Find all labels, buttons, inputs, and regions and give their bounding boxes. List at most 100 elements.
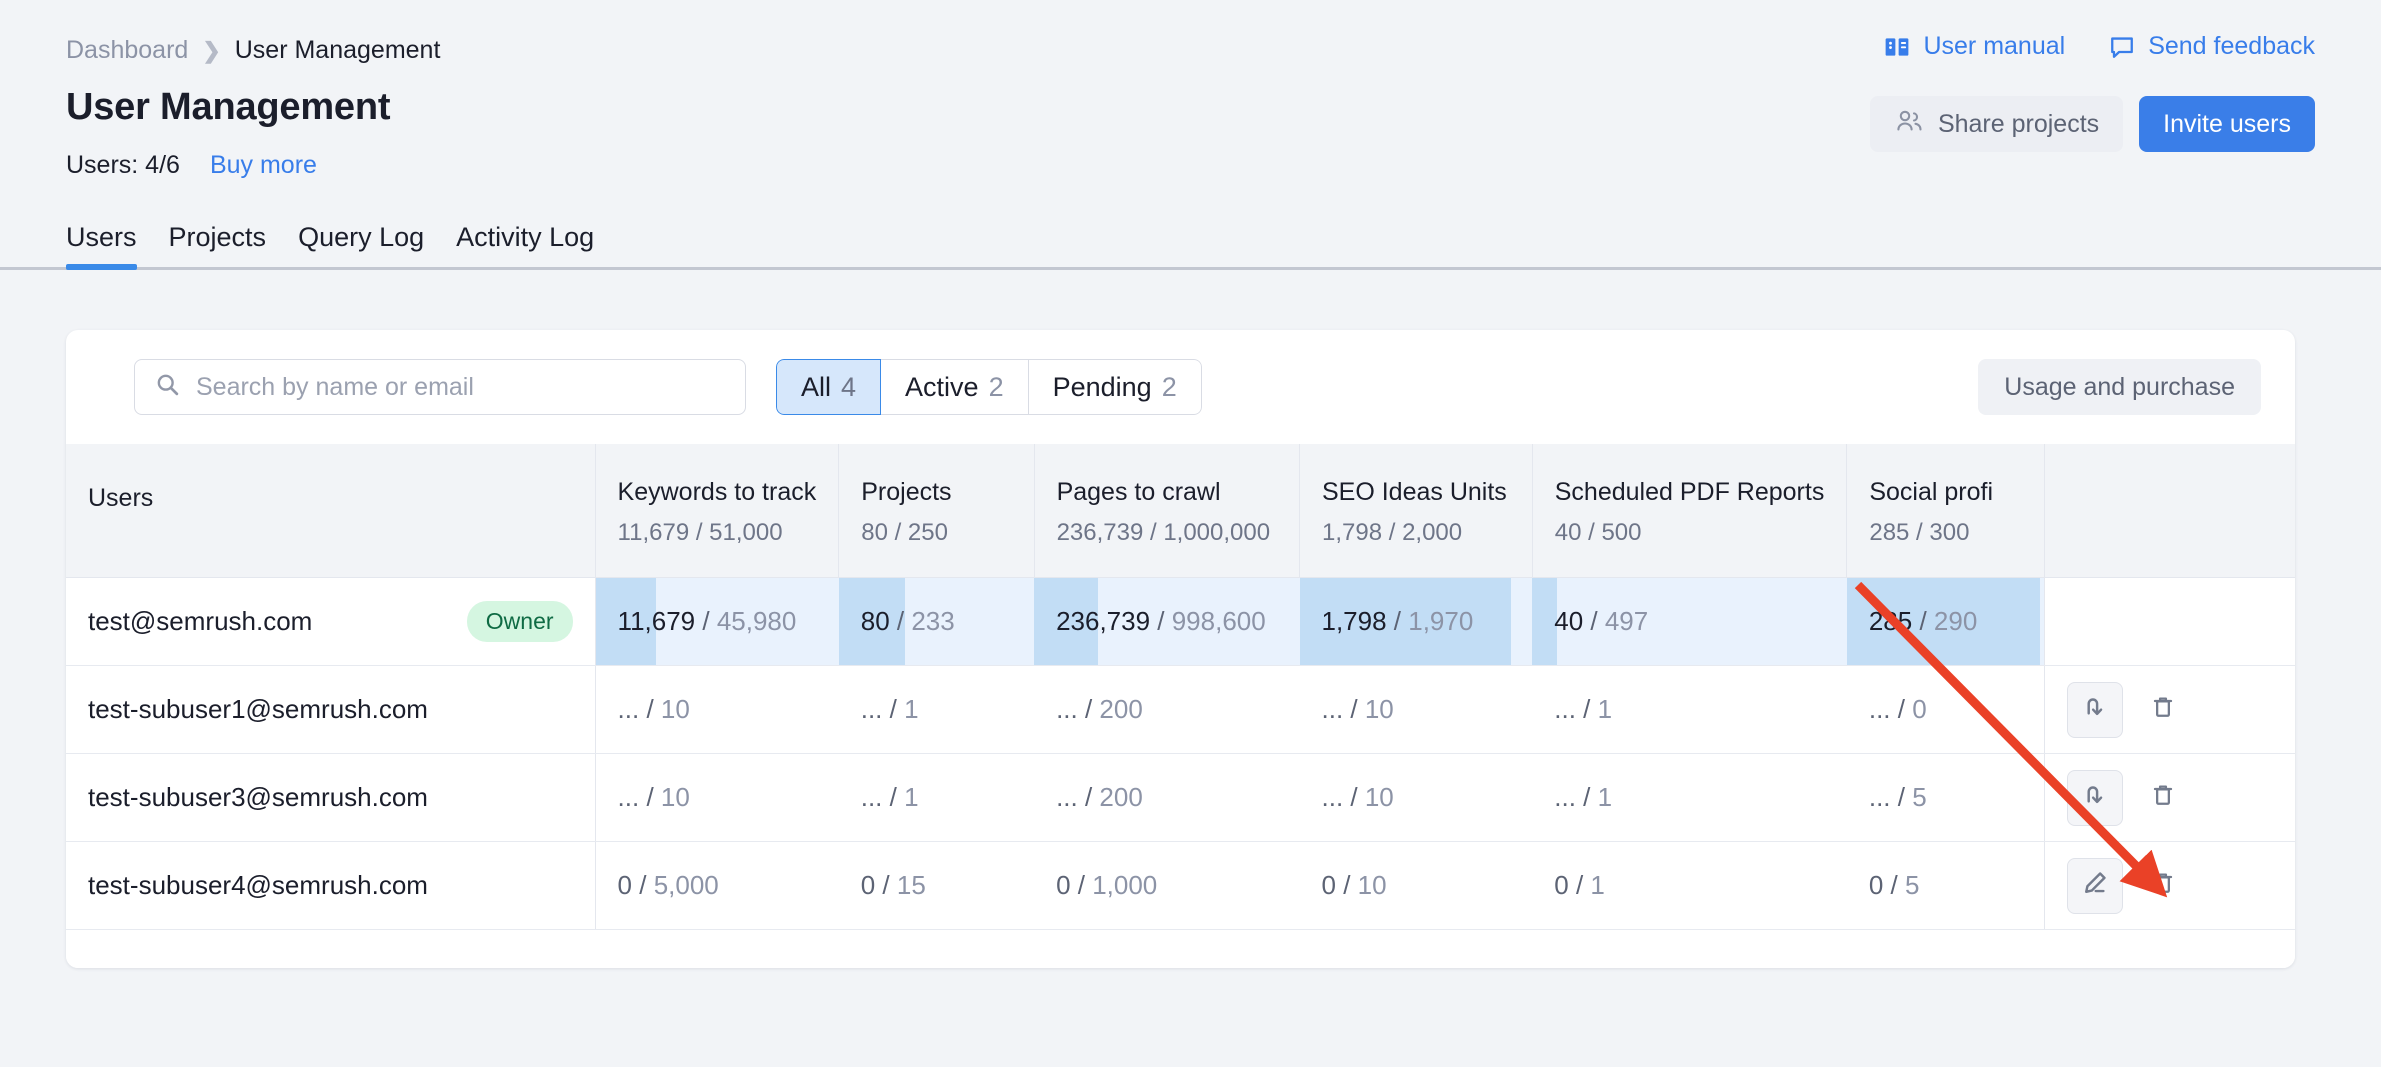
- filter-count: 2: [1162, 372, 1177, 403]
- usage-value: 0 / 1,000: [1034, 870, 1299, 901]
- usage-separator: /: [1891, 782, 1913, 812]
- filter-all[interactable]: All4: [776, 359, 881, 415]
- cell-user: test-subuser1@semrush.com: [66, 666, 595, 754]
- invite-users-label: Invite users: [2163, 110, 2291, 139]
- column-quota: 236,739 / 1,000,000: [1057, 519, 1277, 547]
- usage-limit: 10: [1365, 694, 1394, 724]
- delete-icon: [2150, 869, 2176, 902]
- chevron-right-icon: ❯: [202, 40, 220, 62]
- cell-user: test-subuser3@semrush.com: [66, 754, 595, 842]
- cell-metric: ... / 10: [1300, 754, 1533, 842]
- usage-limit: 1: [1598, 782, 1612, 812]
- buy-more-link[interactable]: Buy more: [210, 151, 317, 180]
- filter-count: 4: [841, 372, 856, 403]
- cell-metric: ... / 0: [1847, 666, 2045, 754]
- usage-limit: 1: [904, 782, 918, 812]
- cell-actions: [2044, 754, 2295, 842]
- usage-value: 0 / 1: [1532, 870, 1847, 901]
- usage-value: 0 / 5,000: [596, 870, 839, 901]
- user-email: test-subuser1@semrush.com: [88, 694, 428, 725]
- user-manual-link[interactable]: User manual: [1884, 32, 2065, 61]
- filter-pending[interactable]: Pending2: [1029, 359, 1202, 415]
- usage-limit: 200: [1099, 694, 1142, 724]
- table-row[interactable]: test-subuser1@semrush.com... / 10... / 1…: [66, 666, 2295, 754]
- usage-used: 11,679: [618, 606, 696, 636]
- usage-used: 0: [1056, 870, 1070, 900]
- delete-user-button[interactable]: [2141, 682, 2185, 738]
- user-email: test-subuser4@semrush.com: [88, 870, 428, 901]
- table-row[interactable]: test@semrush.comOwner11,679 / 45,98080 /…: [66, 578, 2295, 666]
- table-header-row: UsersKeywords to track11,679 / 51,000Pro…: [66, 444, 2295, 578]
- tab-users[interactable]: Users: [66, 222, 153, 270]
- cell-metric: 0 / 10: [1300, 842, 1533, 930]
- cell-metric: ... / 10: [595, 754, 839, 842]
- usage-separator: /: [1078, 694, 1100, 724]
- usage-and-purchase-button[interactable]: Usage and purchase: [1978, 359, 2261, 415]
- usage-separator: /: [1343, 782, 1365, 812]
- users-table: UsersKeywords to track11,679 / 51,000Pro…: [66, 444, 2295, 930]
- usage-used: ...: [1056, 694, 1078, 724]
- usage-separator: /: [882, 782, 904, 812]
- search-box[interactable]: [134, 359, 746, 415]
- breadcrumb-link-dashboard[interactable]: Dashboard: [66, 38, 188, 63]
- usage-value: ... / 10: [596, 694, 839, 725]
- tab-bar-divider: [0, 267, 2381, 270]
- cell-metric: 0 / 5: [1847, 842, 2045, 930]
- usage-limit: 1: [904, 694, 918, 724]
- send-feedback-link[interactable]: Send feedback: [2109, 32, 2315, 61]
- tab-projects[interactable]: Projects: [153, 222, 283, 270]
- usage-separator: /: [1387, 606, 1409, 636]
- usage-used: ...: [1322, 694, 1344, 724]
- table-row[interactable]: test-subuser4@semrush.com0 / 5,0000 / 15…: [66, 842, 2295, 930]
- usage-limit: 233: [911, 606, 954, 636]
- usage-and-purchase-label: Usage and purchase: [2004, 373, 2235, 402]
- usage-value: ... / 0: [1847, 694, 2044, 725]
- users-table-scroll[interactable]: UsersKeywords to track11,679 / 51,000Pro…: [66, 444, 2295, 930]
- column-name: Pages to crawl: [1057, 478, 1277, 507]
- column-quota: 285 / 300: [1869, 519, 2022, 547]
- tab-label: Query Log: [298, 222, 424, 252]
- usage-value: ... / 1: [839, 782, 1034, 813]
- status-badge: Owner: [467, 601, 573, 642]
- table-row[interactable]: test-subuser3@semrush.com... / 10... / 1…: [66, 754, 2295, 842]
- cell-metric: 1,798 / 1,970: [1300, 578, 1533, 666]
- cell-metric: 0 / 5,000: [595, 842, 839, 930]
- search-input[interactable]: [194, 372, 725, 403]
- invite-users-button[interactable]: Invite users: [2139, 96, 2315, 152]
- cell-metric: ... / 200: [1034, 754, 1299, 842]
- filter-label: Active: [905, 372, 979, 403]
- usage-separator: /: [639, 782, 661, 812]
- resend-invite-icon: [2081, 693, 2109, 726]
- usage-used: 0: [1869, 870, 1883, 900]
- user-email: test-subuser3@semrush.com: [88, 782, 428, 813]
- usage-limit: 1,000: [1092, 870, 1157, 900]
- usage-used: 0: [861, 870, 875, 900]
- usage-used: 0: [618, 870, 632, 900]
- usage-value: 11,679 / 45,980: [596, 606, 839, 637]
- resend-invite-button[interactable]: [2067, 770, 2123, 826]
- usage-value: ... / 200: [1034, 694, 1299, 725]
- usage-limit: 998,600: [1172, 606, 1266, 636]
- usage-limit: 290: [1934, 606, 1977, 636]
- resend-invite-button[interactable]: [2067, 682, 2123, 738]
- usage-limit: 5,000: [654, 870, 719, 900]
- tab-query-log[interactable]: Query Log: [282, 222, 440, 270]
- tab-activity-log[interactable]: Activity Log: [440, 222, 610, 270]
- users-card: All4Active2Pending2 Usage and purchase U…: [66, 330, 2295, 968]
- usage-used: ...: [861, 782, 883, 812]
- usage-separator: /: [1150, 606, 1172, 636]
- usage-value: ... / 5: [1847, 782, 2044, 813]
- cell-metric: 0 / 1: [1532, 842, 1847, 930]
- delete-user-button[interactable]: [2141, 858, 2185, 914]
- usage-value: 0 / 10: [1300, 870, 1533, 901]
- table-col-header-users: Users: [66, 444, 595, 578]
- header-buttons: Share projects Invite users: [1870, 96, 2315, 152]
- usage-used: 80: [861, 606, 890, 636]
- usage-limit: 45,980: [717, 606, 797, 636]
- share-projects-button[interactable]: Share projects: [1870, 96, 2123, 152]
- filter-active[interactable]: Active2: [881, 359, 1029, 415]
- edit-limits-button[interactable]: [2067, 858, 2123, 914]
- usage-separator: /: [639, 694, 661, 724]
- delete-user-button[interactable]: [2141, 770, 2185, 826]
- cell-metric: 0 / 15: [839, 842, 1034, 930]
